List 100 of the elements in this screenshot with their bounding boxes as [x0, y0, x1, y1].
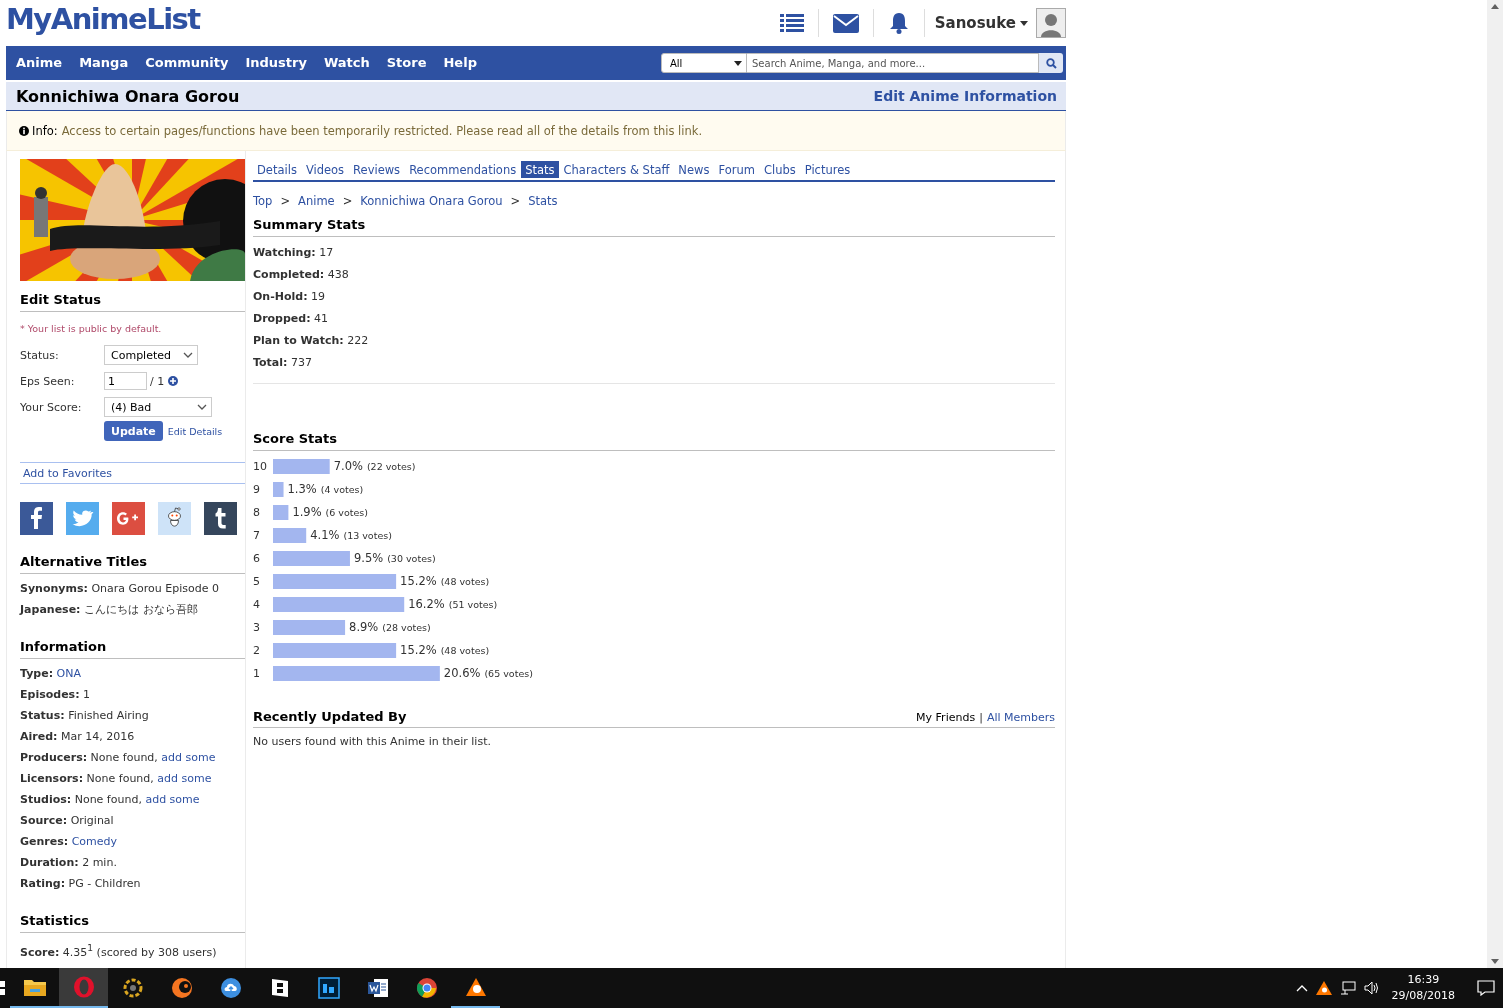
crescent-icon[interactable] — [170, 977, 193, 999]
page-title: Konnichiwa Onara Gorou — [16, 86, 240, 106]
scroll-down-icon[interactable] — [1491, 959, 1499, 964]
document-icon[interactable] — [366, 977, 389, 999]
section-heading: Summary Stats — [253, 217, 1055, 237]
site-logo[interactable]: MyAnimeList — [6, 2, 200, 36]
reddit-alien-icon[interactable] — [158, 502, 191, 535]
nav-link[interactable]: Industry — [237, 46, 315, 80]
section-heading: Information — [20, 639, 245, 659]
breadcrumb-separator: > — [280, 194, 291, 208]
avatar[interactable] — [1036, 8, 1066, 38]
stat-row-text: On-Hold: 19 — [253, 289, 327, 305]
info-link[interactable]: Comedy — [71, 835, 118, 848]
category-dropdown[interactable]: All — [661, 53, 747, 73]
bar — [273, 459, 330, 474]
bar-label: 6 — [253, 552, 260, 565]
info-row-text: Genres: Comedy — [20, 834, 119, 850]
stat-row-text: Watching: 17 — [253, 245, 335, 261]
bar-label: 9 — [253, 483, 260, 496]
list-icon[interactable] — [779, 13, 804, 33]
info-row-text: Duration: 2 min. — [20, 855, 118, 871]
value-label: 20.6% (65 votes) — [443, 666, 533, 680]
update-button[interactable]: Update — [104, 421, 163, 441]
tab[interactable]: Recommendations — [405, 161, 521, 178]
gear-icon[interactable] — [122, 978, 143, 998]
edit-details-link[interactable]: Edit Details — [167, 425, 223, 437]
tab[interactable]: Characters & Staff — [559, 161, 674, 178]
info-icon — [19, 125, 29, 136]
field-label: Status: — [20, 348, 60, 362]
search-field[interactable]: Search Anime, Manga, and more... — [747, 53, 1039, 73]
value-label: 8.9% (28 votes) — [349, 620, 431, 634]
nav-link[interactable]: Manga — [71, 46, 137, 80]
field-label: Eps Seen: — [20, 374, 76, 388]
notification-icon[interactable] — [1477, 980, 1495, 996]
shield-icon[interactable] — [464, 977, 487, 997]
user-menu[interactable]: Sanosuke — [924, 14, 1036, 32]
note-text: * Your list is public by default. — [20, 323, 163, 334]
bar-label: 8 — [253, 506, 260, 519]
chevron-up-icon[interactable] — [1295, 984, 1308, 992]
cloud-icon[interactable] — [219, 977, 242, 999]
value-label: 1.3% (4 votes) — [287, 482, 364, 496]
tab[interactable]: Forum — [714, 161, 759, 178]
stat-row-text: Total: 737 — [253, 355, 313, 371]
info-row-text: Studios: None found, add some — [20, 792, 201, 808]
nav-link[interactable]: Help — [435, 46, 485, 80]
info-row-text: Licensors: None found, add some — [20, 771, 213, 787]
bar-label: 7 — [253, 529, 260, 542]
tab[interactable]: Clubs — [759, 161, 800, 178]
section-heading: Score Stats — [253, 431, 1055, 451]
info-link[interactable]: add some — [161, 751, 216, 764]
info-row-text: Synonyms: Onara Gorou Episode 0 — [20, 581, 220, 597]
scroll-up-icon[interactable] — [1491, 4, 1499, 9]
nav-link[interactable]: Store — [378, 46, 435, 80]
nav-link[interactable]: Anime — [8, 46, 71, 80]
select-field[interactable]: (4) Bad — [104, 397, 212, 417]
favorites-link[interactable]: Add to Favorites — [20, 462, 245, 484]
info-label: Info: — [32, 123, 58, 138]
breadcrumb-link[interactable]: Top — [253, 194, 273, 208]
edit-link[interactable]: Edit Anime Information — [873, 88, 1057, 104]
google-plus-icon[interactable] — [112, 502, 145, 535]
tab[interactable]: News — [674, 161, 714, 178]
windows-icon[interactable] — [0, 981, 5, 995]
chevron-icon — [183, 352, 193, 358]
input-field[interactable]: 1 — [104, 372, 147, 390]
info-link[interactable]: ONA — [56, 667, 82, 680]
info-row-text: Score: 4.35$^{1}$ (scored by 308 users) — [20, 941, 218, 961]
filter-link[interactable]: My Friends — [916, 711, 976, 724]
facebook-icon[interactable] — [20, 502, 53, 535]
breadcrumb-link[interactable]: Konnichiwa Onara Gorou — [360, 194, 503, 208]
breadcrumb-separator: > — [510, 194, 521, 208]
breadcrumb-link[interactable]: Stats — [528, 194, 558, 208]
info-link[interactable]: add some — [157, 772, 212, 785]
bar-label: 3 — [253, 621, 260, 634]
tumblr-icon[interactable] — [204, 502, 237, 535]
nav-link[interactable]: Community — [137, 46, 237, 80]
network-icon[interactable] — [1339, 981, 1356, 995]
mail-icon[interactable] — [832, 13, 859, 33]
value-label: 16.2% (51 votes) — [408, 597, 498, 611]
circle-icon[interactable] — [415, 977, 438, 999]
square-icon[interactable] — [317, 977, 340, 999]
folder-icon[interactable] — [23, 978, 46, 996]
info-link[interactable]: add some — [145, 793, 200, 806]
nav-link[interactable]: Watch — [315, 46, 378, 80]
value-label: 1.9% (6 votes) — [292, 505, 369, 519]
tab[interactable]: Videos — [301, 161, 349, 178]
tab[interactable]: Stats — [521, 161, 559, 178]
tab[interactable]: Details — [253, 161, 301, 178]
bar-label: 1 — [253, 667, 260, 680]
speaker-icon[interactable] — [1363, 981, 1380, 995]
search-button[interactable] — [1039, 53, 1063, 73]
clock-time[interactable]: 16:39 — [1407, 972, 1440, 988]
plus-icon[interactable] — [168, 376, 179, 386]
shield-icon[interactable] — [1315, 981, 1332, 995]
filter-link[interactable]: All Members — [986, 711, 1055, 724]
breadcrumb-link[interactable]: Anime — [298, 194, 335, 208]
tab[interactable]: Reviews — [349, 161, 405, 178]
select-field[interactable]: Completed — [104, 345, 198, 365]
tab[interactable]: Pictures — [800, 161, 855, 178]
section-heading: Alternative Titles — [20, 554, 245, 574]
clock-date[interactable]: 29/08/2018 — [1391, 988, 1455, 1004]
